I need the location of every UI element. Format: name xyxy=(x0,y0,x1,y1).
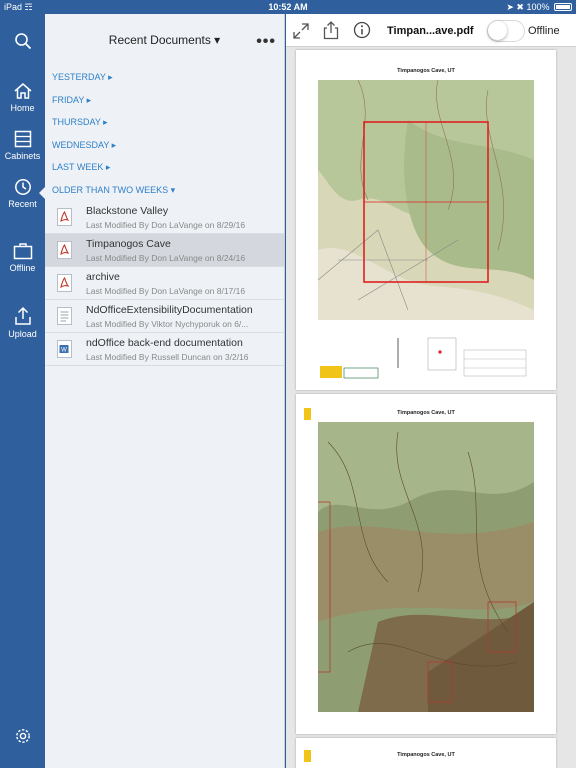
section-older-than-two-weeks[interactable]: OLDER THAN TWO WEEKS ▾ xyxy=(45,179,284,202)
map-legend xyxy=(318,332,534,382)
nav-offline[interactable]: Offline xyxy=(0,242,45,273)
document-row[interactable]: archive Last Modified By Don LaVange on … xyxy=(45,267,284,300)
document-row[interactable]: W ndOffice back-end documentation Last M… xyxy=(45,333,284,366)
national-geographic-logo xyxy=(304,750,311,762)
nav-home-label: Home xyxy=(10,103,35,113)
word-document-icon: W xyxy=(57,340,72,358)
page-header: Timpanogos Cave, UT xyxy=(397,752,455,758)
document-icon xyxy=(57,307,72,325)
nav-upload-label: Upload xyxy=(8,329,37,339)
pdf-page: Timpanogos Cave, UT xyxy=(296,738,556,768)
document-row[interactable]: Timpanogos Cave Last Modified By Don LaV… xyxy=(45,234,284,267)
document-meta: Last Modified By Don LaVange on 8/24/16 xyxy=(86,253,246,263)
clock-time: 10:52 AM xyxy=(268,2,308,12)
pdf-page: Timpanogos Cave, UT xyxy=(296,394,556,734)
location-icon: ➤ xyxy=(506,2,514,12)
pdf-icon xyxy=(57,241,72,259)
nav-offline-label: Offline xyxy=(9,263,36,273)
nav-cabinets[interactable]: Cabinets xyxy=(0,130,45,161)
battery-percent: 100% xyxy=(526,2,550,12)
settings-icon xyxy=(15,729,30,743)
share-icon[interactable] xyxy=(323,20,339,40)
document-row[interactable]: Blackstone Valley Last Modified By Don L… xyxy=(45,201,284,234)
document-meta: Last Modified By Don LaVange on 8/29/16 xyxy=(86,220,246,230)
status-bar: iPad ☶ 10:52 AM ➤ ✖ 100% xyxy=(0,0,576,14)
pdf-page: Timpanogos Cave, UT xyxy=(296,50,556,390)
status-right: ➤ ✖ 100% xyxy=(506,2,572,13)
section-last-week[interactable]: LAST WEEK ▸ xyxy=(45,156,284,179)
page-header: Timpanogos Cave, UT xyxy=(397,68,455,74)
upload-icon xyxy=(14,306,31,325)
nav-recent-label: Recent xyxy=(8,199,37,209)
document-name: Timpanogos Cave xyxy=(86,238,171,250)
info-icon[interactable] xyxy=(353,21,371,39)
document-meta: Last Modified By Russell Duncan on 3/2/1… xyxy=(86,352,249,362)
panel-header: Recent Documents ▾ ••• xyxy=(45,14,284,66)
toggle-knob xyxy=(488,21,507,40)
document-meta: Last Modified By Viktor Nychyporuk on 6/… xyxy=(86,319,249,329)
section-thursday[interactable]: THURSDAY ▸ xyxy=(45,111,284,134)
offline-label: Offline xyxy=(528,25,560,37)
document-name: archive xyxy=(86,271,120,283)
cabinets-icon xyxy=(14,130,31,148)
battery-icon xyxy=(554,3,572,11)
search-button[interactable] xyxy=(0,32,45,53)
settings-button[interactable] xyxy=(0,727,45,748)
nav-home[interactable]: Home xyxy=(0,82,45,113)
clock-icon xyxy=(14,179,31,195)
document-meta: Last Modified By Don LaVange on 8/17/16 xyxy=(86,286,246,296)
section-yesterday[interactable]: YESTERDAY ▸ xyxy=(45,66,284,89)
recent-documents-dropdown[interactable]: Recent Documents ▾ xyxy=(45,33,284,47)
nav-recent[interactable]: Recent xyxy=(0,178,46,209)
pdf-icon xyxy=(57,274,72,292)
section-wednesday[interactable]: WEDNESDAY ▸ xyxy=(45,134,284,157)
svg-text:W: W xyxy=(61,348,67,354)
more-options-button[interactable]: ••• xyxy=(256,33,276,51)
nav-rail: Home Cabinets Recent Offline Upload xyxy=(0,14,46,768)
offline-toggle[interactable] xyxy=(487,20,525,42)
recent-documents-panel: Recent Documents ▾ ••• YESTERDAY ▸ FRIDA… xyxy=(45,14,285,768)
expand-icon[interactable] xyxy=(292,22,310,40)
search-icon xyxy=(14,33,31,50)
topographic-map xyxy=(318,422,534,712)
nav-cabinets-label: Cabinets xyxy=(4,151,41,161)
section-friday[interactable]: FRIDAY ▸ xyxy=(45,89,284,112)
viewer-toolbar: Timpan...ave.pdf Offline xyxy=(286,14,576,47)
briefcase-icon xyxy=(13,243,32,260)
document-viewer: Timpan...ave.pdf Offline Timpanogos Cave… xyxy=(286,14,576,768)
document-name: Blackstone Valley xyxy=(86,205,169,217)
nav-upload[interactable]: Upload xyxy=(0,306,45,339)
home-icon xyxy=(14,83,31,99)
bluetooth-icon: ✖ xyxy=(516,2,524,12)
document-name: ndOffice back-end documentation xyxy=(86,337,243,349)
page-header: Timpanogos Cave, UT xyxy=(397,410,455,416)
pdf-icon xyxy=(57,208,72,226)
document-row[interactable]: NdOfficeExtensibilityDocumentation Last … xyxy=(45,300,284,333)
document-name: NdOfficeExtensibilityDocumentation xyxy=(86,304,253,316)
national-geographic-logo xyxy=(304,408,311,420)
topographic-map xyxy=(318,80,534,320)
document-filename: Timpan...ave.pdf xyxy=(387,25,474,37)
